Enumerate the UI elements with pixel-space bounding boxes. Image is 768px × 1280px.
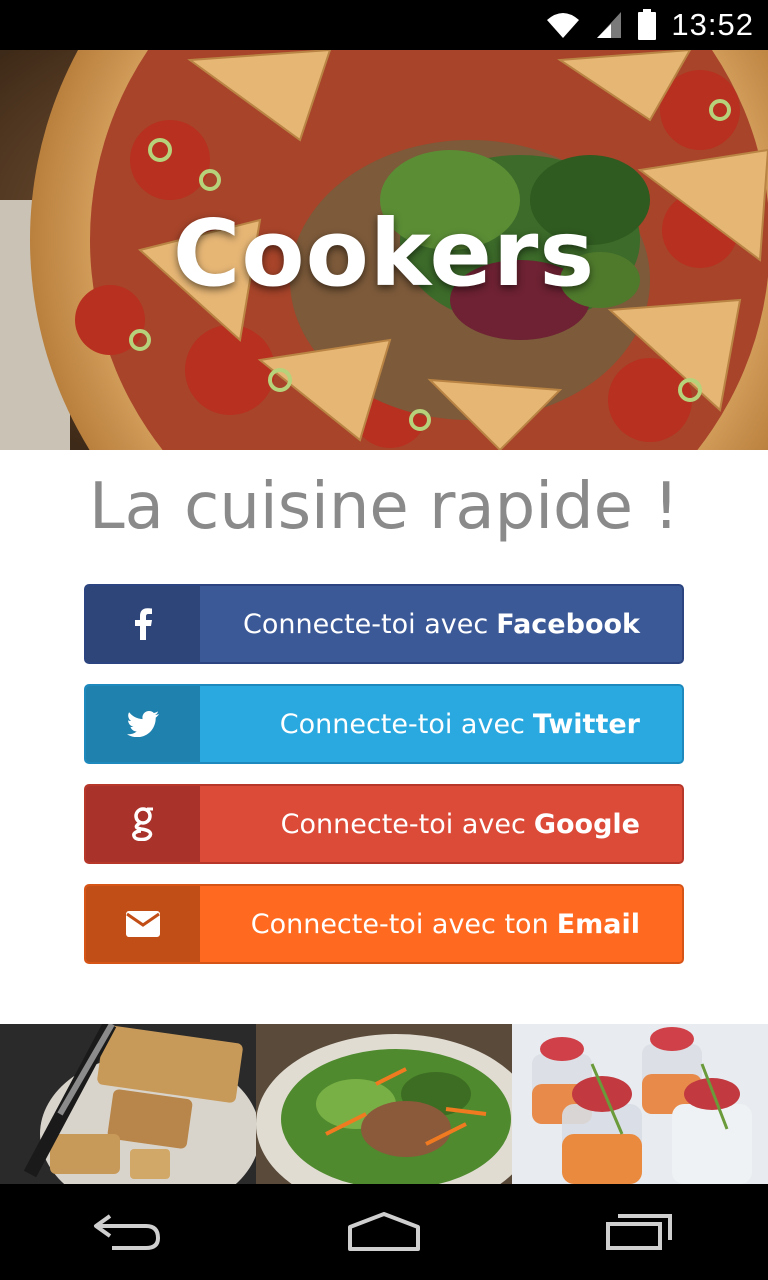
google-login-prefix: Connecte-toi avec <box>280 808 526 840</box>
twitter-login-label: Connecte-toi avec Twitter <box>200 686 682 762</box>
app-title: Cookers <box>172 200 596 307</box>
facebook-login-label: Connecte-toi avec Facebook <box>200 586 682 662</box>
facebook-login-prefix: Connecte-toi avec <box>243 608 489 640</box>
google-icon <box>86 786 200 862</box>
email-login-brand: Email <box>556 908 640 940</box>
twitter-login-brand: Twitter <box>532 708 640 740</box>
salad-photo <box>256 1024 512 1184</box>
email-login-label: Connecte-toi avec ton Email <box>200 886 682 962</box>
email-login-button[interactable]: Connecte-toi avec ton Email <box>84 884 684 964</box>
email-login-prefix: Connecte-toi avec ton <box>250 908 549 940</box>
twitter-login-button[interactable]: Connecte-toi avec Twitter <box>84 684 684 764</box>
facebook-login-button[interactable]: Connecte-toi avec Facebook <box>84 584 684 664</box>
battery-icon <box>637 9 657 41</box>
tagline: La cuisine rapide ! <box>88 470 680 544</box>
back-button[interactable] <box>68 1192 188 1272</box>
twitter-icon <box>86 686 200 762</box>
home-icon <box>348 1212 420 1251</box>
recents-button[interactable] <box>580 1192 700 1272</box>
facebook-icon <box>86 586 200 662</box>
signal-icon <box>595 10 623 40</box>
google-login-button[interactable]: Connecte-toi avec Google <box>84 784 684 864</box>
email-icon <box>86 886 200 962</box>
verrines-photo <box>512 1024 768 1184</box>
login-button-list: Connecte-toi avec Facebook Connecte-toi … <box>84 584 684 984</box>
twitter-login-prefix: Connecte-toi avec <box>279 708 525 740</box>
food-photo-strip <box>0 1024 768 1184</box>
app-screen: 13:52 Cookers La cuisine rapide ! Connec… <box>0 0 768 1280</box>
back-icon <box>94 1214 161 1250</box>
wifi-icon <box>545 10 581 40</box>
hero-banner: Cookers <box>0 50 768 450</box>
facebook-login-brand: Facebook <box>496 608 640 640</box>
recents-icon <box>606 1214 672 1250</box>
system-nav-bar <box>0 1184 768 1280</box>
cake-photo <box>0 1024 256 1184</box>
status-time: 13:52 <box>671 7 754 42</box>
status-bar: 13:52 <box>0 0 768 50</box>
google-login-label: Connecte-toi avec Google <box>200 786 682 862</box>
home-button[interactable] <box>324 1192 444 1272</box>
google-login-brand: Google <box>533 808 640 840</box>
